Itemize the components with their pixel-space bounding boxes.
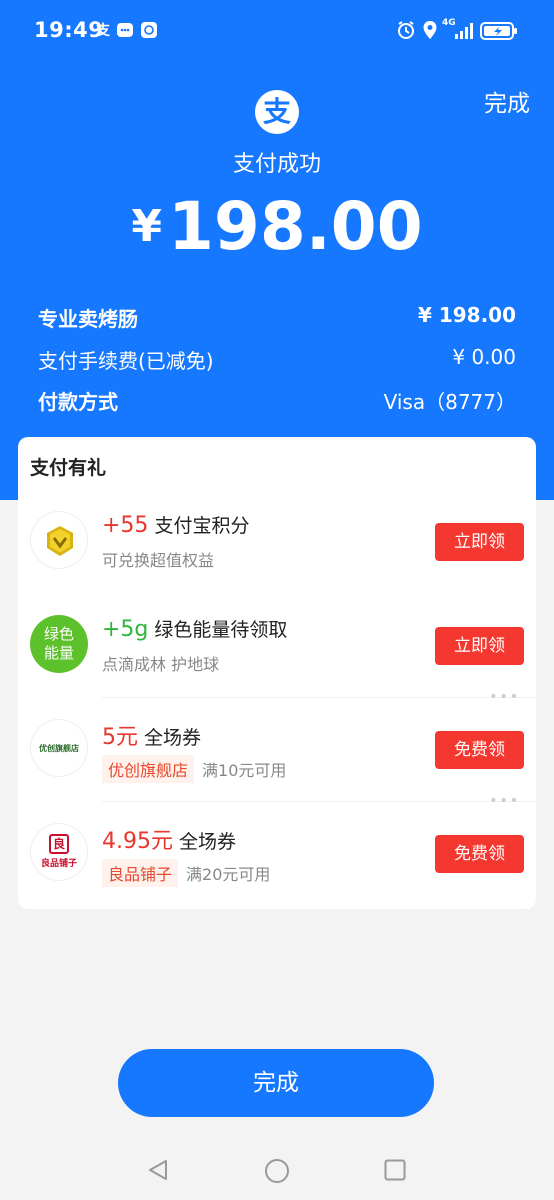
gift-title: 全场券 <box>179 831 237 853</box>
fee-value: ¥ 0.00 <box>452 345 516 369</box>
gift-title: 支付宝积分 <box>154 515 250 537</box>
recents-nav-icon[interactable] <box>384 1159 406 1185</box>
energy-logo-line1: 绿色 <box>43 625 74 643</box>
app-notification-icon <box>140 21 158 43</box>
energy-logo-line2: 能量 <box>43 644 74 662</box>
alarm-icon <box>396 20 416 44</box>
gift-headline: +55 支付宝积分 <box>102 511 249 538</box>
alipay-logo-icon: 支 <box>255 90 299 134</box>
gift-subtitle: 点滴成林 护地球 <box>102 655 220 674</box>
gift-item-coupon-youchuang: ••• 优创旗舰店 5元 全场券 优创旗舰店 满10元可用 免费领 <box>18 689 536 801</box>
payment-success-text: 支付成功 <box>232 152 321 177</box>
system-nav-bar <box>0 1140 554 1200</box>
store-logo-text: 优创旗舰店 <box>39 744 79 753</box>
location-icon <box>422 20 438 44</box>
claim-coupon-button[interactable]: 免费领 <box>435 731 524 769</box>
gift-item-points: +55 支付宝积分 可兑换超值权益 立即领 <box>18 489 536 593</box>
gift-highlight: 5元 <box>102 725 138 750</box>
gift-title: 绿色能量待领取 <box>154 619 288 641</box>
coupon-condition: 满20元可用 <box>186 865 271 884</box>
detail-row-fee: 支付手续费(已减免) ¥ 0.00 <box>38 345 516 375</box>
done-link[interactable]: 完成 <box>484 84 530 118</box>
divider <box>102 697 536 698</box>
gift-headline: 4.95元 全场券 <box>102 823 236 855</box>
divider <box>102 801 536 802</box>
gift-title: 全场券 <box>144 727 202 749</box>
detail-row-payment-method: 付款方式 Visa（8777） <box>38 386 516 416</box>
store-tag: 良品铺子 <box>102 859 179 887</box>
claim-points-button[interactable]: 立即领 <box>435 523 524 561</box>
merchant-value: ¥ 198.00 <box>417 303 516 327</box>
liangpin-logo-text: 良品铺子 <box>40 859 77 869</box>
gift-headline: +5g 绿色能量待领取 <box>102 615 287 642</box>
alipay-notification-icon: 支 <box>96 23 110 39</box>
battery-icon <box>480 21 518 45</box>
payment-amount: ¥198.00 <box>0 188 554 265</box>
payment-gift-card: 支付有礼 +55 支付宝积分 可兑换超值权益 立即领 绿色 能量 +5g 绿色能量待… <box>18 437 536 909</box>
gift-subtitle-row: 优创旗舰店 满10元可用 <box>102 755 286 783</box>
merchant-label: 专业卖烤肠 <box>38 307 138 331</box>
gift-subtitle-row: 良品铺子 满20元可用 <box>102 859 270 887</box>
amount-value: 198.00 <box>167 188 423 265</box>
store-tag: 优创旗舰店 <box>102 755 195 783</box>
home-nav-icon[interactable] <box>264 1158 290 1188</box>
youchuang-store-logo: 优创旗舰店 <box>30 719 88 777</box>
gift-highlight: 4.95元 <box>102 829 173 854</box>
detail-row-merchant: 专业卖烤肠 ¥ 198.00 <box>38 303 516 333</box>
gift-item-coupon-liangpin: ••• 良 良品铺子 4.95元 全场券 良品铺子 满20元可用 免费领 <box>18 793 536 905</box>
status-bar: 19:49 支 4G <box>0 0 554 62</box>
gift-headline: 5元 全场券 <box>102 719 201 751</box>
more-icon[interactable]: ••• <box>489 793 520 809</box>
signal-icon <box>454 22 476 44</box>
gift-highlight: +5g <box>102 617 149 642</box>
message-icon <box>116 21 134 43</box>
claim-energy-button[interactable]: 立即领 <box>435 627 524 665</box>
more-icon[interactable]: ••• <box>489 689 520 705</box>
gift-highlight: +55 <box>102 513 149 538</box>
liangpin-mark: 良 <box>49 834 69 854</box>
green-energy-icon: 绿色 能量 <box>30 615 88 673</box>
gift-subtitle: 可兑换超值权益 <box>102 551 215 570</box>
gift-item-green-energy: 绿色 能量 +5g 绿色能量待领取 点滴成林 护地球 立即领 <box>18 593 536 697</box>
card-title: 支付有礼 <box>30 457 107 479</box>
fee-label: 支付手续费(已减免) <box>38 349 214 373</box>
coupon-condition: 满10元可用 <box>202 761 287 780</box>
status-time: 19:49 <box>34 18 104 42</box>
points-coin-icon <box>30 511 88 569</box>
payment-method-value: Visa（8777） <box>383 390 516 414</box>
back-nav-icon[interactable] <box>146 1158 170 1186</box>
done-button[interactable]: 完成 <box>118 1049 434 1117</box>
claim-coupon-button[interactable]: 免费领 <box>435 835 524 873</box>
currency-symbol: ¥ <box>131 201 162 252</box>
payment-method-label: 付款方式 <box>38 390 118 414</box>
liangpin-store-logo: 良 良品铺子 <box>30 823 88 881</box>
